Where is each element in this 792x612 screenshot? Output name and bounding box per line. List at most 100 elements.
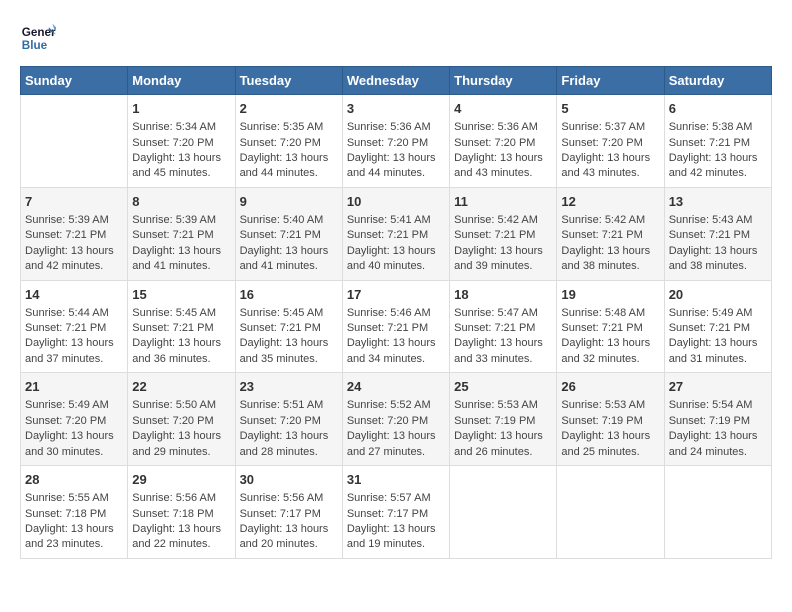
calendar-cell: 15 Sunrise: 5:45 AM Sunset: 7:21 PM Dayli… — [128, 280, 235, 373]
weekday-header-wednesday: Wednesday — [342, 67, 449, 95]
calendar-cell: 26 Sunrise: 5:53 AM Sunset: 7:19 PM Dayli… — [557, 373, 664, 466]
day-info: Sunrise: 5:53 AM Sunset: 7:19 PM Dayligh… — [561, 398, 659, 460]
calendar-cell: 10Sunrise: 5:41 AM Sunset: 7:21 PM Dayli… — [342, 187, 449, 280]
day-number: 9 — [240, 193, 338, 211]
svg-text:General: General — [22, 26, 56, 39]
day-number: 25 — [454, 378, 552, 396]
day-info: Sunrise: 5:52 AM Sunset: 7:20 PM Dayligh… — [347, 398, 445, 460]
day-number: 30 — [240, 471, 338, 489]
calendar-cell: 8Sunrise: 5:39 AM Sunset: 7:21 PM Daylig… — [128, 187, 235, 280]
calendar-cell: 27 Sunrise: 5:54 AM Sunset: 7:19 PM Dayli… — [664, 373, 771, 466]
day-info: Sunrise: 5:46 AM Sunset: 7:21 PM Dayligh… — [347, 306, 445, 368]
weekday-header-thursday: Thursday — [450, 67, 557, 95]
calendar-cell: 31 Sunrise: 5:57 AM Sunset: 7:17 PM Dayli… — [342, 466, 449, 559]
calendar-body: 1 Sunrise: 5:34 AM Sunset: 7:20 PM Daylig… — [21, 95, 772, 559]
day-number: 4 — [454, 100, 552, 118]
calendar-cell — [557, 466, 664, 559]
day-number: 6 — [669, 100, 767, 118]
day-info: Sunrise: 5:36 AM Sunset: 7:20 PM Dayligh… — [347, 120, 445, 182]
calendar-cell: 21 Sunrise: 5:49 AM Sunset: 7:20 PM Dayli… — [21, 373, 128, 466]
day-info: Sunrise: 5:42 AM Sunset: 7:21 PM Dayligh… — [454, 213, 552, 275]
calendar-cell: 19 Sunrise: 5:48 AM Sunset: 7:21 PM Dayli… — [557, 280, 664, 373]
calendar-cell — [450, 466, 557, 559]
day-info: Sunrise: 5:50 AM Sunset: 7:20 PM Dayligh… — [132, 398, 230, 460]
day-info: Sunrise: 5:45 AM Sunset: 7:21 PM Dayligh… — [132, 306, 230, 368]
page-header: General Blue — [20, 20, 772, 56]
calendar-cell: 29Sunrise: 5:56 AM Sunset: 7:18 PM Dayli… — [128, 466, 235, 559]
day-number: 19 — [561, 286, 659, 304]
day-number: 31 — [347, 471, 445, 489]
day-number: 13 — [669, 193, 767, 211]
day-info: Sunrise: 5:34 AM Sunset: 7:20 PM Dayligh… — [132, 120, 230, 182]
weekday-header-saturday: Saturday — [664, 67, 771, 95]
day-number: 2 — [240, 100, 338, 118]
day-number: 15 — [132, 286, 230, 304]
day-number: 18 — [454, 286, 552, 304]
day-number: 12 — [561, 193, 659, 211]
header-row: SundayMondayTuesdayWednesdayThursdayFrid… — [21, 67, 772, 95]
day-info: Sunrise: 5:39 AM Sunset: 7:21 PM Dayligh… — [25, 213, 123, 275]
day-number: 5 — [561, 100, 659, 118]
calendar-cell: 20 Sunrise: 5:49 AM Sunset: 7:21 PM Dayli… — [664, 280, 771, 373]
day-info: Sunrise: 5:43 AM Sunset: 7:21 PM Dayligh… — [669, 213, 767, 275]
logo: General Blue — [20, 20, 60, 56]
calendar-cell — [664, 466, 771, 559]
weekday-header-monday: Monday — [128, 67, 235, 95]
calendar-cell: 14Sunrise: 5:44 AM Sunset: 7:21 PM Dayli… — [21, 280, 128, 373]
day-number: 23 — [240, 378, 338, 396]
calendar-cell: 3 Sunrise: 5:36 AM Sunset: 7:20 PM Daylig… — [342, 95, 449, 188]
day-info: Sunrise: 5:49 AM Sunset: 7:21 PM Dayligh… — [669, 306, 767, 368]
day-number: 16 — [240, 286, 338, 304]
day-info: Sunrise: 5:54 AM Sunset: 7:19 PM Dayligh… — [669, 398, 767, 460]
day-number: 27 — [669, 378, 767, 396]
logo-icon: General Blue — [20, 20, 56, 56]
day-info: Sunrise: 5:57 AM Sunset: 7:17 PM Dayligh… — [347, 491, 445, 553]
calendar-week-5: 28 Sunrise: 5:55 AM Sunset: 7:18 PM Dayli… — [21, 466, 772, 559]
day-info: Sunrise: 5:41 AM Sunset: 7:21 PM Dayligh… — [347, 213, 445, 275]
calendar-table: SundayMondayTuesdayWednesdayThursdayFrid… — [20, 66, 772, 559]
day-info: Sunrise: 5:40 AM Sunset: 7:21 PM Dayligh… — [240, 213, 338, 275]
day-number: 24 — [347, 378, 445, 396]
calendar-cell — [21, 95, 128, 188]
day-info: Sunrise: 5:37 AM Sunset: 7:20 PM Dayligh… — [561, 120, 659, 182]
day-number: 22 — [132, 378, 230, 396]
day-info: Sunrise: 5:42 AM Sunset: 7:21 PM Dayligh… — [561, 213, 659, 275]
calendar-week-2: 7 Sunrise: 5:39 AM Sunset: 7:21 PM Daylig… — [21, 187, 772, 280]
calendar-cell: 4 Sunrise: 5:36 AM Sunset: 7:20 PM Daylig… — [450, 95, 557, 188]
calendar-cell: 7 Sunrise: 5:39 AM Sunset: 7:21 PM Daylig… — [21, 187, 128, 280]
calendar-cell: 28 Sunrise: 5:55 AM Sunset: 7:18 PM Dayli… — [21, 466, 128, 559]
day-info: Sunrise: 5:44 AM Sunset: 7:21 PM Dayligh… — [25, 306, 123, 368]
calendar-cell: 9 Sunrise: 5:40 AM Sunset: 7:21 PM Daylig… — [235, 187, 342, 280]
calendar-cell: 1 Sunrise: 5:34 AM Sunset: 7:20 PM Daylig… — [128, 95, 235, 188]
calendar-week-1: 1 Sunrise: 5:34 AM Sunset: 7:20 PM Daylig… — [21, 95, 772, 188]
day-info: Sunrise: 5:48 AM Sunset: 7:21 PM Dayligh… — [561, 306, 659, 368]
day-number: 3 — [347, 100, 445, 118]
day-number: 26 — [561, 378, 659, 396]
day-info: Sunrise: 5:56 AM Sunset: 7:17 PM Dayligh… — [240, 491, 338, 553]
svg-text:Blue: Blue — [22, 39, 48, 52]
day-number: 11 — [454, 193, 552, 211]
calendar-cell: 2Sunrise: 5:35 AM Sunset: 7:20 PM Daylig… — [235, 95, 342, 188]
day-info: Sunrise: 5:38 AM Sunset: 7:21 PM Dayligh… — [669, 120, 767, 182]
day-info: Sunrise: 5:36 AM Sunset: 7:20 PM Dayligh… — [454, 120, 552, 182]
calendar-cell: 23Sunrise: 5:51 AM Sunset: 7:20 PM Dayli… — [235, 373, 342, 466]
day-number: 7 — [25, 193, 123, 211]
day-info: Sunrise: 5:55 AM Sunset: 7:18 PM Dayligh… — [25, 491, 123, 553]
weekday-header-tuesday: Tuesday — [235, 67, 342, 95]
calendar-week-3: 14Sunrise: 5:44 AM Sunset: 7:21 PM Dayli… — [21, 280, 772, 373]
calendar-cell: 25Sunrise: 5:53 AM Sunset: 7:19 PM Dayli… — [450, 373, 557, 466]
day-info: Sunrise: 5:49 AM Sunset: 7:20 PM Dayligh… — [25, 398, 123, 460]
day-number: 1 — [132, 100, 230, 118]
day-number: 21 — [25, 378, 123, 396]
day-number: 29 — [132, 471, 230, 489]
calendar-header: SundayMondayTuesdayWednesdayThursdayFrid… — [21, 67, 772, 95]
calendar-cell: 11 Sunrise: 5:42 AM Sunset: 7:21 PM Dayli… — [450, 187, 557, 280]
calendar-cell: 12 Sunrise: 5:42 AM Sunset: 7:21 PM Dayli… — [557, 187, 664, 280]
day-number: 20 — [669, 286, 767, 304]
weekday-header-friday: Friday — [557, 67, 664, 95]
day-info: Sunrise: 5:47 AM Sunset: 7:21 PM Dayligh… — [454, 306, 552, 368]
day-number: 28 — [25, 471, 123, 489]
calendar-cell: 24 Sunrise: 5:52 AM Sunset: 7:20 PM Dayli… — [342, 373, 449, 466]
calendar-cell: 6 Sunrise: 5:38 AM Sunset: 7:21 PM Daylig… — [664, 95, 771, 188]
calendar-cell: 13 Sunrise: 5:43 AM Sunset: 7:21 PM Dayli… — [664, 187, 771, 280]
